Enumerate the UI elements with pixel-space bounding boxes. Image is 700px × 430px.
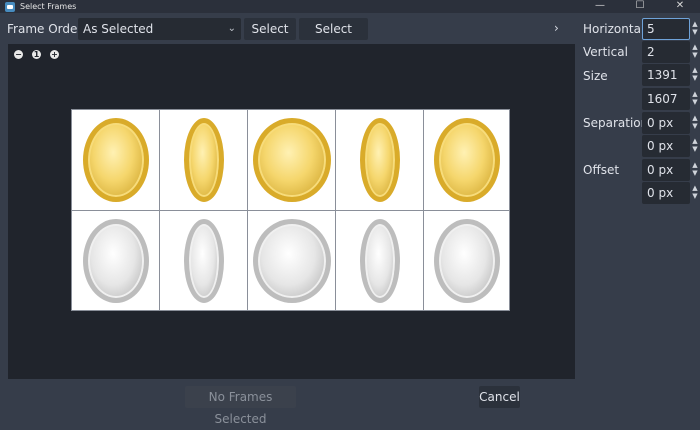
size-label: Size: [583, 69, 608, 83]
separation-x-field[interactable]: 0 px: [642, 112, 690, 134]
frame-cell[interactable]: [72, 211, 160, 310]
frame-order-label: Frame Order: [7, 22, 83, 36]
select-all-button[interactable]: Select All: [244, 18, 296, 58]
cancel-button[interactable]: Cancel: [479, 386, 520, 408]
size-y-field[interactable]: 1607 px: [642, 88, 690, 128]
separation-label: Separation: [583, 116, 649, 130]
spin-down-icon[interactable]: ▼: [691, 52, 699, 59]
frame-cell[interactable]: [72, 110, 160, 211]
spin-down-icon[interactable]: ▼: [691, 123, 699, 130]
zoom-in-icon[interactable]: +: [50, 50, 59, 59]
offset-x-field[interactable]: 0 px: [642, 159, 690, 181]
spin-up-icon[interactable]: ▲: [691, 67, 699, 74]
frame-cell[interactable]: [248, 211, 336, 310]
gold-coin-full: [252, 118, 331, 202]
spin-up-icon[interactable]: ▲: [691, 91, 699, 98]
frame-cell[interactable]: [424, 211, 509, 310]
spin-up-icon[interactable]: ▲: [691, 115, 699, 122]
title-bar: Select Frames — ☐ ✕: [0, 0, 700, 13]
frame-order-dropdown[interactable]: As Selected ⌄: [78, 18, 241, 40]
spin-down-icon[interactable]: ▼: [691, 193, 699, 200]
frame-cell[interactable]: [424, 110, 509, 211]
chevron-down-icon: ⌄: [227, 23, 236, 34]
frames-preview[interactable]: − 1 +: [8, 44, 575, 379]
spin-up-icon[interactable]: ▲: [691, 162, 699, 169]
frame-cell[interactable]: [248, 110, 336, 211]
vertical-label: Vertical: [583, 45, 628, 59]
silver-coin-tilted: [359, 218, 400, 303]
frame-cell[interactable]: [160, 211, 248, 310]
horizontal-label: Horizontal: [583, 22, 645, 36]
spin-down-icon[interactable]: ▼: [691, 99, 699, 106]
horizontal-field[interactable]: 5: [642, 18, 690, 40]
minimize-icon[interactable]: —: [580, 0, 620, 13]
spin-up-icon[interactable]: ▲: [691, 185, 699, 192]
zoom-out-icon[interactable]: −: [14, 50, 23, 59]
spin-up-icon[interactable]: ▲: [691, 21, 699, 28]
gold-coin-front: [82, 118, 149, 202]
spin-up-icon[interactable]: ▲: [691, 138, 699, 145]
confirm-frames-button-disabled: No Frames Selected: [185, 386, 296, 426]
spin-down-icon[interactable]: ▼: [691, 170, 699, 177]
sprite-sheet-grid[interactable]: [71, 109, 510, 311]
silver-coin-front: [433, 218, 500, 303]
silver-coin-front: [82, 218, 149, 303]
godot-app-icon: [5, 1, 15, 12]
offset-y-field[interactable]: 0 px: [642, 182, 690, 204]
spin-down-icon[interactable]: ▼: [691, 75, 699, 82]
offset-label: Offset: [583, 163, 620, 177]
size-x-field[interactable]: 1391 px: [642, 64, 690, 104]
zoom-reset-icon[interactable]: 1: [32, 50, 41, 59]
select-none-button[interactable]: Select None: [299, 18, 368, 58]
spin-down-icon[interactable]: ▼: [691, 146, 699, 153]
close-icon[interactable]: ✕: [660, 0, 700, 13]
separation-y-field[interactable]: 0 px: [642, 135, 690, 157]
maximize-icon[interactable]: ☐: [620, 0, 660, 13]
silver-coin-full: [252, 218, 331, 303]
frame-cell[interactable]: [336, 211, 424, 310]
frame-cell[interactable]: [336, 110, 424, 211]
gold-coin-front: [433, 118, 500, 202]
collapse-panel-icon[interactable]: ›: [554, 21, 559, 35]
spin-down-icon[interactable]: ▼: [691, 29, 699, 36]
spin-up-icon[interactable]: ▲: [691, 44, 699, 51]
frame-order-value: As Selected: [83, 22, 154, 36]
window-title: Select Frames: [20, 2, 77, 11]
gold-coin-tilted: [359, 118, 400, 202]
frame-cell[interactable]: [160, 110, 248, 211]
vertical-field[interactable]: 2: [642, 41, 690, 63]
silver-coin-tilted: [183, 218, 224, 303]
gold-coin-tilted: [183, 118, 224, 202]
